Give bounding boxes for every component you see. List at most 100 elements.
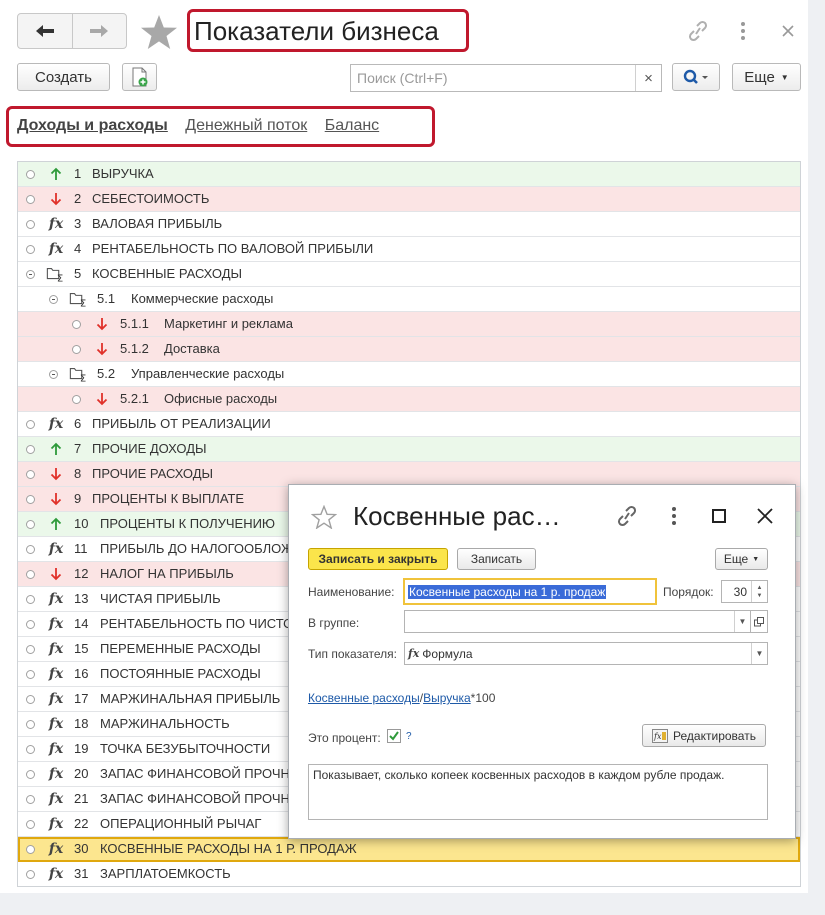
table-row[interactable]: 5.1.2 Доставка	[18, 337, 800, 362]
percent-checkbox[interactable]	[387, 729, 401, 743]
row-radio[interactable]	[26, 445, 35, 454]
row-radio[interactable]	[26, 845, 35, 854]
save-and-close-button[interactable]: Записать и закрыть	[308, 548, 448, 570]
more-actions-icon[interactable]	[738, 20, 748, 42]
table-row[interactable]: 5.2.1 Офисные расходы	[18, 387, 800, 412]
tab-cash-flow[interactable]: Денежный поток	[185, 117, 307, 135]
table-row[interactable]: 2 СЕБЕСТОИМОСТЬ	[18, 187, 800, 212]
link-icon[interactable]	[615, 505, 639, 527]
create-button[interactable]: Создать	[17, 63, 110, 91]
save-button[interactable]: Записать	[457, 548, 536, 570]
row-name: ЧИСТАЯ ПРИБЫЛЬ	[100, 591, 221, 606]
type-dropdown-button[interactable]: ▼	[751, 643, 767, 664]
group-field[interactable]: ▼	[404, 610, 751, 633]
arrow-up-icon	[46, 437, 66, 461]
close-icon[interactable]	[781, 24, 795, 38]
row-name: КОСВЕННЫЕ РАСХОДЫ	[92, 266, 243, 281]
tab-income-expenses[interactable]: Доходы и расходы	[17, 117, 168, 135]
folder-sum-icon: Σ	[46, 262, 66, 286]
row-number: 20	[74, 766, 89, 781]
link-icon[interactable]	[686, 20, 710, 42]
name-field[interactable]: Косвенные расходы на 1 р. продаж	[403, 578, 657, 605]
collapse-toggle[interactable]	[49, 370, 58, 379]
row-radio[interactable]	[26, 545, 35, 554]
row-radio[interactable]	[26, 520, 35, 529]
group-open-button[interactable]	[750, 610, 768, 633]
stepper-down-icon[interactable]: ▼	[757, 592, 763, 600]
search-clear-button[interactable]: ×	[635, 65, 661, 91]
collapse-toggle[interactable]	[49, 295, 58, 304]
row-radio[interactable]	[26, 470, 35, 479]
order-label: Порядок:	[663, 585, 714, 599]
table-row[interactable]: Σ 5.2 Управленческие расходы	[18, 362, 800, 387]
row-radio[interactable]	[26, 720, 35, 729]
row-name: ПРИБЫЛЬ ОТ РЕАЛИЗАЦИИ	[92, 416, 271, 431]
table-row[interactable]: 7 ПРОЧИЕ ДОХОДЫ	[18, 437, 800, 462]
table-row[interactable]: fx 3 ВАЛОВАЯ ПРИБЫЛЬ	[18, 212, 800, 237]
row-radio[interactable]	[26, 770, 35, 779]
row-number: 8	[74, 466, 82, 481]
row-radio[interactable]	[26, 620, 35, 629]
row-radio[interactable]	[26, 795, 35, 804]
table-row[interactable]: fx 4 РЕНТАБЕЛЬНОСТЬ ПО ВАЛОВОЙ ПРИБЫЛИ	[18, 237, 800, 262]
forward-button[interactable]	[71, 14, 127, 48]
row-number: 19	[74, 741, 89, 756]
table-row-selected[interactable]: fx 30 КОСВЕННЫЕ РАСХОДЫ НА 1 Р. ПРОДАЖ	[18, 837, 800, 862]
fx-icon: fx	[48, 591, 64, 607]
tab-balance[interactable]: Баланс	[325, 117, 379, 135]
more-actions-icon[interactable]	[669, 506, 679, 526]
search-options-button[interactable]	[672, 63, 720, 91]
row-radio[interactable]	[26, 570, 35, 579]
fx-icon: fx	[48, 616, 64, 632]
order-field[interactable]: 30 ▲ ▼	[721, 580, 768, 603]
row-radio[interactable]	[72, 395, 81, 404]
row-radio[interactable]	[72, 320, 81, 329]
row-radio[interactable]	[72, 345, 81, 354]
row-radio[interactable]	[26, 670, 35, 679]
more-button[interactable]: Еще ▼	[732, 63, 801, 91]
type-field[interactable]: fx Формула ▼	[404, 642, 768, 665]
row-radio[interactable]	[26, 245, 35, 254]
table-row[interactable]: fx 31 ЗАРПЛАТОЕМКОСТЬ	[18, 862, 800, 886]
collapse-toggle[interactable]	[26, 270, 35, 279]
group-dropdown-button[interactable]: ▼	[734, 611, 750, 632]
favorite-star-icon[interactable]	[140, 14, 178, 50]
row-name: КОСВЕННЫЕ РАСХОДЫ НА 1 Р. ПРОДАЖ	[100, 841, 357, 856]
row-radio[interactable]	[26, 170, 35, 179]
help-link[interactable]: ?	[406, 731, 412, 742]
row-radio[interactable]	[26, 695, 35, 704]
formula-link-indirect-expenses[interactable]: Косвенные расходы	[308, 691, 420, 705]
stepper-up-icon[interactable]: ▲	[757, 584, 763, 592]
table-row[interactable]: 5.1.1 Маркетинг и реклама	[18, 312, 800, 337]
edit-button-label: Редактировать	[673, 728, 756, 743]
description-field[interactable]: Показывает, сколько копеек косвенных рас…	[308, 764, 768, 820]
order-stepper[interactable]: ▲ ▼	[751, 581, 767, 602]
table-row[interactable]: fx 6 ПРИБЫЛЬ ОТ РЕАЛИЗАЦИИ	[18, 412, 800, 437]
row-number: 5.2.1	[120, 391, 149, 406]
back-button[interactable]	[18, 14, 72, 48]
row-radio[interactable]	[26, 195, 35, 204]
row-name: ПРИБЫЛЬ ДО НАЛОГООБЛОЖ	[100, 541, 294, 556]
row-radio[interactable]	[26, 420, 35, 429]
favorite-star-icon[interactable]	[311, 505, 337, 529]
arrow-right-icon	[90, 25, 109, 37]
dialog-more-button[interactable]: Еще ▼	[715, 548, 768, 570]
row-radio[interactable]	[26, 220, 35, 229]
row-number: 13	[74, 591, 89, 606]
row-radio[interactable]	[26, 820, 35, 829]
table-row[interactable]: Σ 5.1 Коммерческие расходы	[18, 287, 800, 312]
row-radio[interactable]	[26, 645, 35, 654]
close-icon[interactable]	[756, 507, 774, 525]
search-input[interactable]	[351, 65, 635, 91]
table-row[interactable]: Σ 5 КОСВЕННЫЕ РАСХОДЫ	[18, 262, 800, 287]
edit-button[interactable]: fx Редактировать	[642, 724, 766, 747]
table-row[interactable]: 1 ВЫРУЧКА	[18, 162, 800, 187]
row-number: 22	[74, 816, 89, 831]
row-radio[interactable]	[26, 870, 35, 879]
row-radio[interactable]	[26, 595, 35, 604]
formula-link-revenue[interactable]: Выручка	[423, 691, 471, 705]
row-radio[interactable]	[26, 745, 35, 754]
create-document-button[interactable]	[122, 63, 157, 91]
maximize-icon[interactable]	[712, 509, 726, 523]
row-radio[interactable]	[26, 495, 35, 504]
